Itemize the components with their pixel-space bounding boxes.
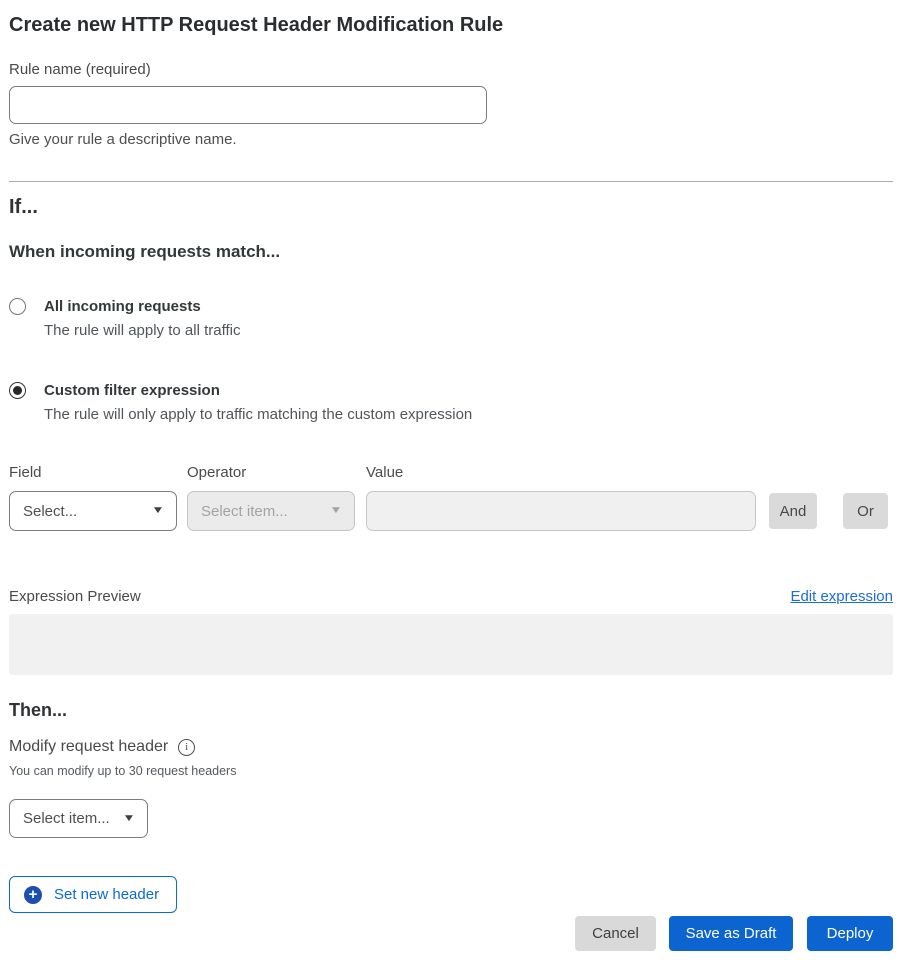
footer-actions: Cancel Save as Draft Deploy: [9, 916, 893, 951]
edit-expression-link[interactable]: Edit expression: [790, 588, 893, 605]
radio-all-incoming-requests[interactable]: All incoming requests The rule will appl…: [9, 297, 893, 340]
value-label: Value: [366, 464, 756, 482]
create-rule-page: Create new HTTP Request Header Modificat…: [0, 0, 899, 971]
info-icon[interactable]: i: [178, 739, 195, 756]
section-divider: [9, 181, 893, 182]
field-select[interactable]: Select... ▼: [9, 491, 177, 531]
radio-custom-label: Custom filter expression: [44, 381, 472, 400]
modify-request-header-label: Modify request header: [9, 738, 168, 756]
value-input[interactable]: [366, 491, 756, 531]
page-title: Create new HTTP Request Header Modificat…: [9, 12, 893, 38]
request-match-radio-group: All incoming requests The rule will appl…: [9, 297, 893, 424]
operator-select[interactable]: Select item... ▼: [187, 491, 355, 531]
expression-builder-row: Field Select... ▼ Operator Select item..…: [9, 464, 893, 531]
expression-preview-header: Expression Preview Edit expression: [9, 588, 893, 605]
expression-preview-box: [9, 614, 893, 675]
modify-header-action-line: Modify request header i: [9, 738, 893, 756]
plus-icon: +: [24, 886, 42, 904]
expression-preview-label: Expression Preview: [9, 588, 141, 605]
modify-header-helper: You can modify up to 30 request headers: [9, 764, 893, 778]
and-button[interactable]: And: [769, 493, 817, 529]
header-item-select-value: Select item...: [23, 810, 110, 827]
radio-all-label: All incoming requests: [44, 297, 240, 316]
rule-name-input[interactable]: [9, 86, 487, 124]
radio-all-description: The rule will apply to all traffic: [44, 321, 240, 340]
radio-custom-filter-expression[interactable]: Custom filter expression The rule will o…: [9, 381, 893, 424]
radio-circle-icon[interactable]: [9, 298, 26, 315]
cancel-button[interactable]: Cancel: [575, 916, 656, 951]
header-item-select[interactable]: Select item... ▼: [9, 799, 148, 838]
deploy-button[interactable]: Deploy: [807, 916, 893, 951]
save-as-draft-button[interactable]: Save as Draft: [669, 916, 793, 951]
field-select-value: Select...: [23, 503, 77, 520]
radio-circle-icon[interactable]: [9, 382, 26, 399]
rule-name-helper: Give your rule a descriptive name.: [9, 131, 893, 148]
chevron-down-icon: ▼: [329, 506, 342, 516]
if-heading: If...: [9, 195, 893, 219]
rule-name-label: Rule name (required): [9, 61, 893, 79]
match-subheading: When incoming requests match...: [9, 242, 893, 262]
or-button[interactable]: Or: [843, 493, 888, 529]
radio-custom-description: The rule will only apply to traffic matc…: [44, 405, 472, 424]
chevron-down-icon: ▼: [122, 814, 135, 824]
operator-label: Operator: [187, 464, 355, 482]
set-new-header-label: Set new header: [54, 886, 159, 903]
chevron-down-icon: ▼: [151, 506, 164, 516]
field-label: Field: [9, 464, 177, 482]
operator-select-value: Select item...: [201, 503, 288, 520]
set-new-header-button[interactable]: + Set new header: [9, 876, 177, 913]
then-heading: Then...: [9, 699, 893, 721]
